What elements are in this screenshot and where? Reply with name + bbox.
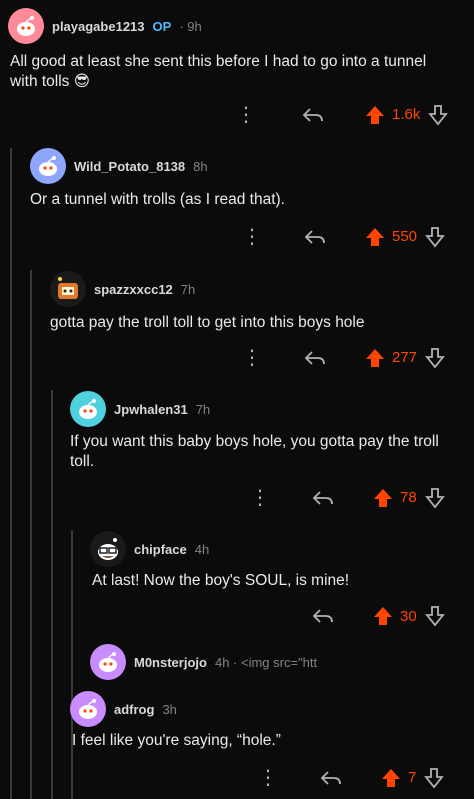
comment-5: chipface 4h At last! Now the boy's SOUL,… [0,525,474,640]
comment-6: M0nsterjojo 4h · <img src="htt [0,640,474,685]
score: 277 [392,349,418,366]
score: 30 [400,607,417,625]
comment-2: Wild_Potato_8138 8h Or a tunnel with tro… [0,140,474,265]
snoo-avatar-icon [58,277,78,299]
comment-text: At last! Now the boy's SOUL, is mine! [92,572,350,589]
comment-7: adfrog 3h I feel like you're saying, “ho… [0,685,474,799]
snoo-avatar-icon [98,538,118,560]
snoo-avatar-icon [79,399,97,419]
avatar[interactable] [70,391,106,427]
timestamp: 4h · <img src="htt [214,654,318,670]
username[interactable]: Wild_Potato_8138 [74,159,185,174]
comment-preview: <img src="htt [241,654,318,670]
more-options-icon[interactable]: ⋮ [258,765,278,790]
username[interactable]: spazzxxcc12 [94,282,173,297]
upvote-icon[interactable] [380,767,402,789]
avatar[interactable] [30,148,66,184]
score: 550 [392,228,418,245]
downvote-icon[interactable] [424,605,445,627]
downvote-icon[interactable] [428,104,449,126]
avatar[interactable] [50,271,86,307]
username[interactable]: playagabe1213 [52,19,145,34]
more-options-icon[interactable]: ⋮ [242,224,262,249]
timestamp: 8h [193,158,208,174]
comment-4: Jpwhalen31 7h If you want this baby boys… [0,385,474,525]
upvote-icon[interactable] [364,226,386,248]
timestamp: 4h [194,541,210,557]
avatar[interactable] [8,8,44,44]
username[interactable]: adfrog [114,702,154,717]
username[interactable]: M0nsterjojo [134,655,207,670]
downvote-icon[interactable] [424,487,445,509]
reply-icon[interactable] [310,488,336,508]
more-options-icon[interactable]: ⋮ [250,485,270,510]
avatar[interactable] [90,644,126,680]
username[interactable]: chipface [134,542,187,557]
downvote-icon[interactable] [425,347,445,369]
username[interactable]: Jpwhalen31 [114,402,188,417]
reply-icon[interactable] [302,227,328,247]
upvote-icon[interactable] [364,347,386,369]
timestamp: 7h [195,401,211,417]
downvote-icon[interactable] [425,226,445,248]
timestamp: · 9h [179,18,202,34]
op-badge: OP [152,18,172,34]
score: 78 [400,489,417,506]
snoo-avatar-icon [17,16,35,36]
snoo-avatar-icon [39,156,57,176]
reply-icon[interactable] [300,105,326,125]
avatar[interactable] [90,531,126,567]
more-options-icon[interactable]: ⋮ [236,102,256,127]
timestamp: 7h [180,281,196,297]
upvote-icon[interactable] [372,605,394,627]
reply-icon[interactable] [302,348,328,368]
comment-text: Or a tunnel with trolls (as I read that)… [30,191,285,208]
avatar[interactable] [70,691,106,727]
reply-icon[interactable] [310,606,336,626]
comment-text: All good at least she sent this before I… [10,53,427,90]
snoo-avatar-icon [79,699,97,719]
timestamp: 3h [162,701,177,717]
upvote-icon[interactable] [372,487,394,509]
comment-1: playagabe1213 OP · 9h All good at least … [0,0,474,140]
comment-text: If you want this baby boys hole, you got… [70,433,439,470]
score: 7 [408,769,417,786]
snoo-avatar-icon [99,652,117,672]
more-options-icon[interactable]: ⋮ [242,345,262,370]
downvote-icon[interactable] [424,767,445,789]
comment-text: I feel like you're saying, “hole.” [72,732,281,749]
upvote-icon[interactable] [364,104,386,126]
score: 1.6k [392,106,421,123]
reply-icon[interactable] [318,768,344,788]
comment-3: spazzxxcc12 7h gotta pay the troll toll … [0,265,474,385]
comment-text: gotta pay the troll toll to get into thi… [50,314,365,331]
